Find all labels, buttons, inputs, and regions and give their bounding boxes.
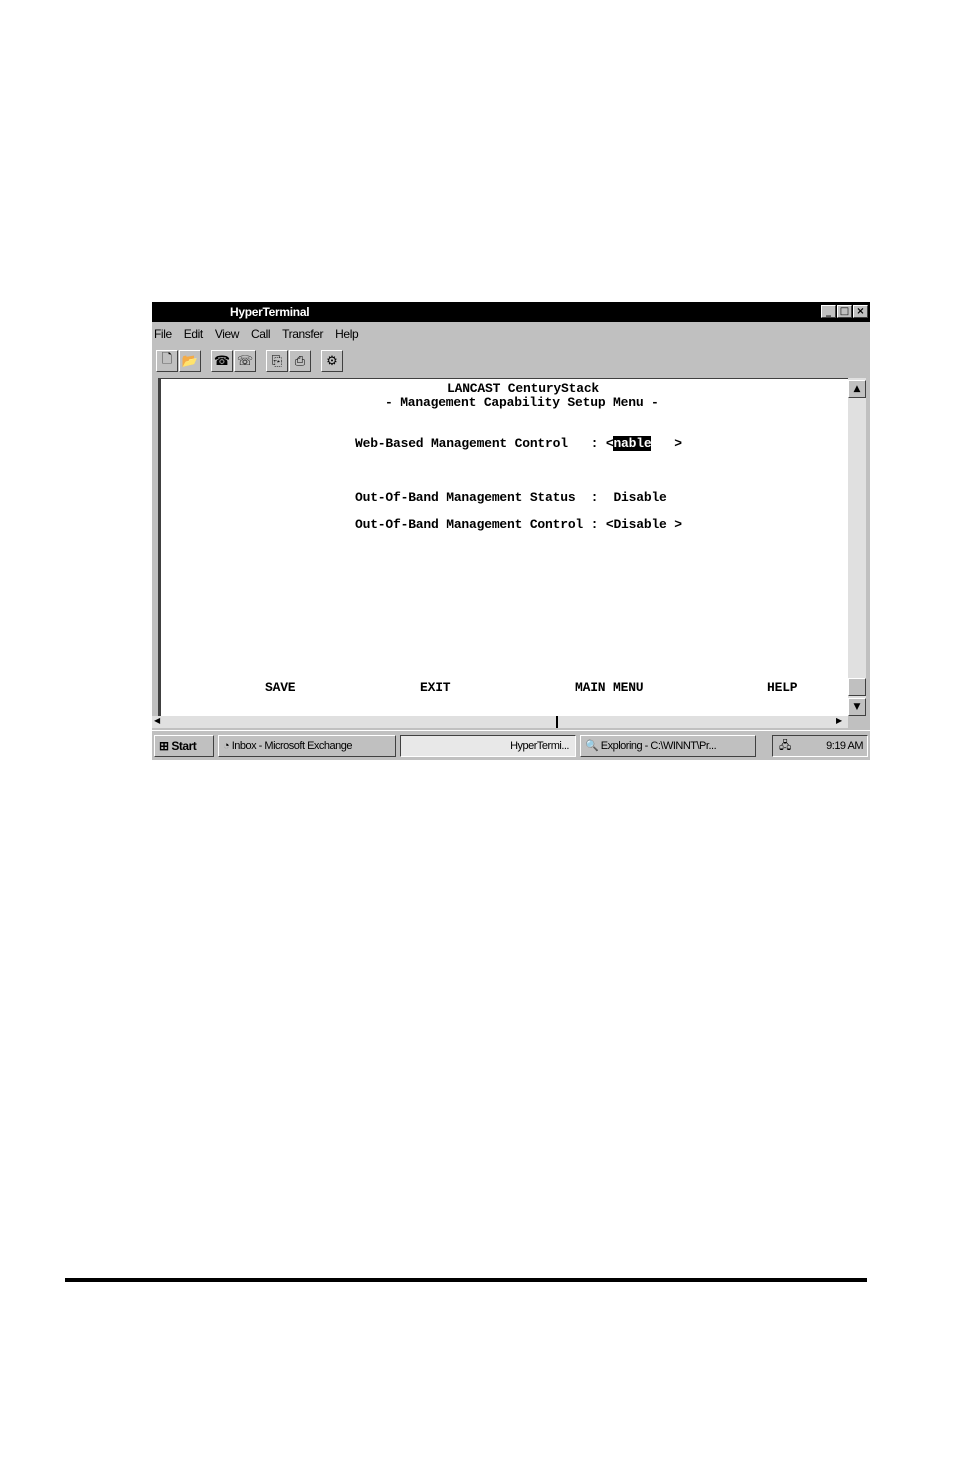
oob-control-row[interactable]: Out-Of-Band Management Control : <Disabl… [355,517,682,532]
open-folder-icon[interactable]: 📂 [179,350,201,372]
taskbar-item-label: HyperTermi... [510,740,569,752]
receive-file-icon[interactable]: ⎙ [289,350,311,372]
taskbar-item-hyperterminal[interactable]: HyperTermi... [400,735,576,757]
hyperterminal-window: HyperTerminal _ □ × File Edit View Call … [152,302,870,760]
page-divider [65,1278,867,1282]
save-action[interactable]: SAVE [265,680,296,695]
scroll-thumb[interactable] [848,678,866,696]
menu-help[interactable]: Help [335,324,358,344]
minimize-button[interactable]: _ [821,305,836,318]
terminal-subheading: - Management Capability Setup Menu - [385,395,659,410]
taskbar-item-label: Exploring - C:\WINNT\Pr... [600,740,717,752]
horizontal-scrollbar[interactable]: ◀ ▶ [152,716,848,728]
menu-transfer[interactable]: Transfer [282,324,323,344]
taskbar-item-label: Inbox - Microsoft Exchange [231,740,353,752]
scroll-up-icon[interactable]: ▲ [848,380,866,398]
web-management-value[interactable]: nable [613,436,652,451]
scroll-right-icon[interactable]: ▶ [836,716,842,725]
vertical-scrollbar[interactable]: ▲ ▼ [848,378,866,716]
exit-action[interactable]: EXIT [420,680,451,695]
start-button[interactable]: ⊞ Start [154,735,214,757]
close-button[interactable]: × [853,305,868,318]
new-file-icon[interactable]: 🗋 [156,350,178,372]
windows-flag-icon: ⊞ [159,739,169,753]
menu-edit[interactable]: Edit [184,324,203,344]
exchange-icon: ◔ [223,740,230,752]
terminal-heading: LANCAST CenturyStack [447,381,600,396]
menu-view[interactable]: View [215,324,240,344]
web-management-close: > [651,436,682,451]
disconnect-phone-icon[interactable]: ☏ [234,350,256,372]
network-icon[interactable]: 🖧 [779,736,791,756]
taskbar-item-exploring[interactable]: 🔍 Exploring - C:\WINNT\Pr... [580,735,756,757]
main-menu-action[interactable]: MAIN MENU [575,680,644,695]
horizontal-scroll-thumb[interactable] [556,716,558,728]
web-management-label: Web-Based Management Control : < [355,436,614,451]
start-label: Start [171,739,197,753]
toolbar: 🗋 📂 ☎ ☏ ⎘ ⎙ ⚙ [156,350,343,376]
system-tray: 🖧 9:19 AM [772,735,868,757]
taskbar-item-inbox[interactable]: ◔ Inbox - Microsoft Exchange [218,735,396,757]
menu-file[interactable]: File [154,324,172,344]
scroll-left-icon[interactable]: ◀ [154,716,160,725]
window-title: HyperTerminal [230,305,310,319]
maximize-button[interactable]: □ [837,305,852,318]
title-bar[interactable]: HyperTerminal _ □ × [152,302,870,322]
window-controls: _ □ × [821,305,868,318]
menu-bar: File Edit View Call Transfer Help [152,324,359,344]
scroll-down-icon[interactable]: ▼ [848,698,866,716]
help-action[interactable]: HELP [767,680,798,695]
oob-status-row: Out-Of-Band Management Status : Disable [355,490,667,505]
connect-phone-icon[interactable]: ☎ [211,350,233,372]
clock[interactable]: 9:19 AM [826,736,863,756]
taskbar: ⊞ Start ◔ Inbox - Microsoft Exchange Hyp… [152,730,870,760]
web-management-row[interactable]: Web-Based Management Control : <nable > [355,436,682,451]
menu-call[interactable]: Call [251,324,270,344]
send-file-icon[interactable]: ⎘ [266,350,288,372]
terminal-screen[interactable]: LANCAST CenturyStack - Management Capabi… [158,378,848,716]
properties-icon[interactable]: ⚙ [321,350,343,372]
explorer-icon: 🔍 [585,740,599,752]
